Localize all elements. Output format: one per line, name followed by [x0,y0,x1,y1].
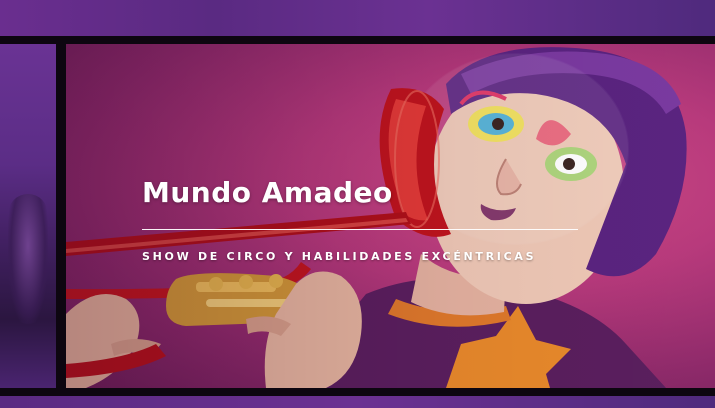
frame-side-border [56,44,66,388]
bottom-blurred-banner [0,396,715,408]
hero-title: Mundo Amadeo [142,176,393,209]
blurred-figure [8,194,48,324]
frame-top-border [0,36,715,44]
frame-bottom-border [0,388,715,396]
hero-subtitle: SHOW DE CIRCO Y HABILIDADES EXCÉNTRICAS [142,250,537,263]
hero-slide[interactable]: Mundo Amadeo SHOW DE CIRCO Y HABILIDADES… [66,44,715,388]
hero-overlay [66,44,715,388]
previous-slide-preview[interactable] [0,44,56,388]
top-blurred-banner [0,0,715,36]
slider-stage: Mundo Amadeo SHOW DE CIRCO Y HABILIDADES… [0,0,715,408]
title-divider [142,229,578,230]
